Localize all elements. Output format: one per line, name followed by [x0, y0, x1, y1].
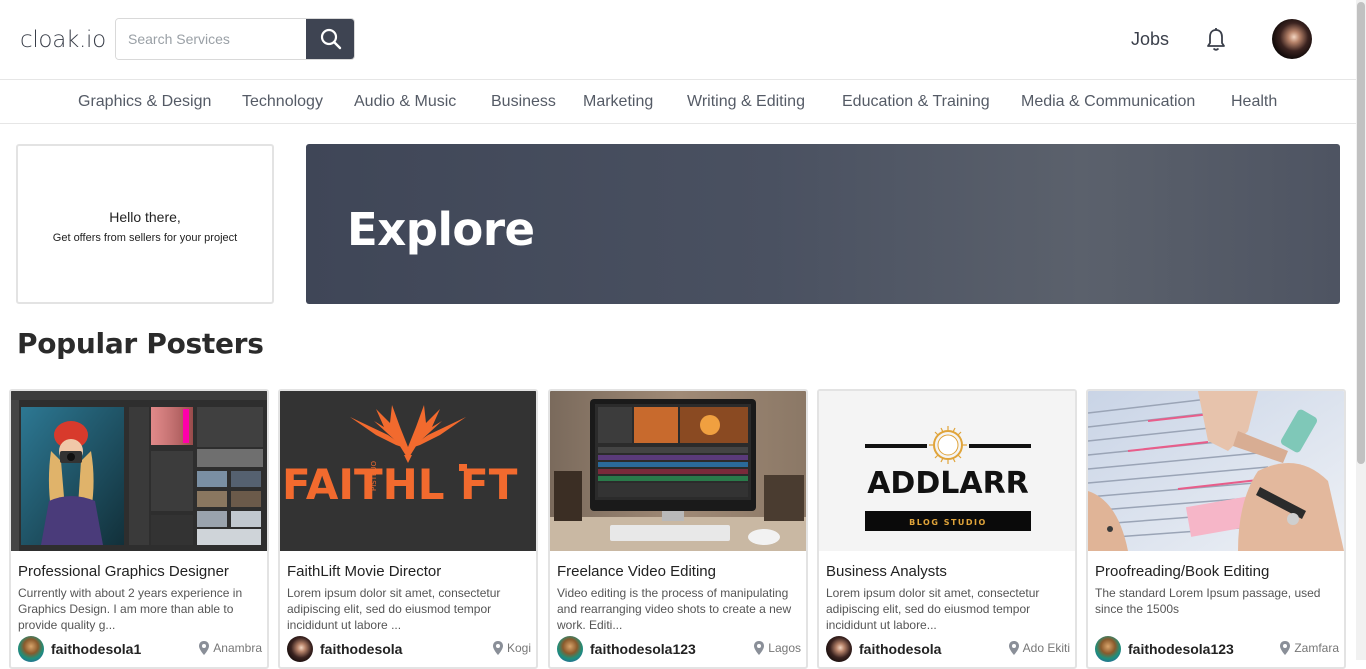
- username[interactable]: faithodesola: [320, 641, 402, 657]
- username[interactable]: faithodesola1: [51, 641, 141, 657]
- search-bar: [115, 18, 355, 60]
- user-avatar[interactable]: [1095, 636, 1121, 662]
- poster-user: faithodesola Ado Ekiti: [826, 636, 1070, 662]
- scrollbar-thumb[interactable]: [1357, 2, 1365, 464]
- category-graphics-design[interactable]: Graphics & Design: [78, 93, 211, 111]
- category-health[interactable]: Health: [1231, 93, 1277, 111]
- poster-card[interactable]: Professional Graphics Designer Currently…: [9, 389, 269, 669]
- page-scrollbar[interactable]: [1356, 0, 1366, 660]
- explore-banner: Explore: [306, 144, 1340, 304]
- category-technology[interactable]: Technology: [242, 93, 323, 111]
- hello-greeting: Hello there,: [109, 209, 181, 225]
- poster-card[interactable]: ADDLARR BLOG STUDIO Business Analysts Lo…: [817, 389, 1077, 669]
- location-text: Kogi: [506, 641, 531, 655]
- poster-description: Currently with about 2 years experience …: [18, 586, 243, 632]
- jobs-link[interactable]: Jobs: [1131, 29, 1169, 50]
- svg-text:FAITHL: FAITHL: [282, 460, 445, 509]
- location-text: Lagos: [768, 641, 801, 655]
- poster-card[interactable]: Freelance Video Editing Video editing is…: [548, 389, 808, 669]
- category-media-communication[interactable]: Media & Communication: [1021, 93, 1195, 111]
- poster-user: faithodesola1 Anambra: [18, 636, 262, 662]
- user-avatar[interactable]: [826, 636, 852, 662]
- explore-title: Explore: [347, 203, 535, 256]
- user-avatar[interactable]: [18, 636, 44, 662]
- svg-text:BLOG STUDIO: BLOG STUDIO: [909, 518, 987, 527]
- poster-description: The standard Lorem Ipsum passage, used s…: [1095, 586, 1321, 616]
- poster-title: Business Analysts: [826, 563, 947, 580]
- poster-image: ADDLARR BLOG STUDIO: [819, 391, 1075, 551]
- poster-user: faithodesola123 Lagos: [557, 636, 801, 662]
- location-pin-icon: [754, 641, 765, 655]
- location-text: Anambra: [213, 641, 262, 655]
- poster-title: Freelance Video Editing: [557, 563, 716, 580]
- user-avatar[interactable]: [557, 636, 583, 662]
- hello-subtitle: Get offers from sellers for your project: [52, 232, 238, 244]
- poster-title: Professional Graphics Designer: [18, 563, 229, 580]
- username[interactable]: faithodesola123: [1128, 641, 1234, 657]
- poster-title: FaithLift Movie Director: [287, 563, 442, 580]
- category-audio-music[interactable]: Audio & Music: [354, 93, 456, 111]
- location-pin-icon: [1008, 641, 1019, 655]
- user-avatar[interactable]: [1272, 19, 1312, 59]
- search-icon: [320, 28, 341, 50]
- search-input[interactable]: [116, 19, 306, 59]
- username[interactable]: faithodesola123: [590, 641, 696, 657]
- svg-text:ADDLARR: ADDLARR: [867, 466, 1029, 501]
- top-header: cloak.io Jobs: [0, 0, 1356, 80]
- poster-description: Lorem ipsum dolor sit amet, consectetur …: [826, 586, 1040, 632]
- poster-title: Proofreading/Book Editing: [1095, 563, 1270, 580]
- poster-description: Lorem ipsum dolor sit amet, consectetur …: [287, 586, 501, 632]
- poster-image: [11, 391, 267, 551]
- logo[interactable]: cloak.io: [20, 27, 106, 53]
- poster-card[interactable]: Proofreading/Book Editing The standard L…: [1086, 389, 1346, 669]
- category-nav: Graphics & Design Technology Audio & Mus…: [0, 81, 1356, 124]
- poster-image: [550, 391, 806, 551]
- bell-icon[interactable]: [1204, 27, 1228, 53]
- location: Zamfara: [1279, 641, 1339, 655]
- poster-image: FAITHL FT PISTEUO: [280, 391, 536, 551]
- category-business[interactable]: Business: [491, 93, 556, 111]
- location: Lagos: [753, 641, 801, 655]
- username[interactable]: faithodesola: [859, 641, 941, 657]
- user-avatar[interactable]: [287, 636, 313, 662]
- hello-card: Hello there, Get offers from sellers for…: [16, 144, 274, 304]
- category-marketing[interactable]: Marketing: [583, 93, 653, 111]
- poster-card[interactable]: FAITHL FT PISTEUO FaithLift Movie Direct…: [278, 389, 538, 669]
- section-title: Popular Posters: [17, 327, 264, 360]
- location-pin-icon: [492, 641, 503, 655]
- poster-description: Video editing is the process of manipula…: [557, 586, 792, 632]
- svg-text:FT: FT: [460, 460, 518, 509]
- location: Anambra: [198, 641, 262, 655]
- location-text: Ado Ekiti: [1022, 641, 1070, 655]
- poster-user: faithodesola123 Zamfara: [1095, 636, 1339, 662]
- location-pin-icon: [1280, 641, 1291, 655]
- poster-image: [1088, 391, 1344, 551]
- search-button[interactable]: [306, 19, 354, 59]
- category-education-training[interactable]: Education & Training: [842, 93, 990, 111]
- location-pin-icon: [199, 641, 210, 655]
- location-text: Zamfara: [1294, 641, 1339, 655]
- poster-user: faithodesola Kogi: [287, 636, 531, 662]
- svg-text:PISTEUO: PISTEUO: [370, 460, 378, 491]
- location: Kogi: [492, 641, 531, 655]
- location: Ado Ekiti: [1008, 641, 1070, 655]
- category-writing-editing[interactable]: Writing & Editing: [687, 93, 805, 111]
